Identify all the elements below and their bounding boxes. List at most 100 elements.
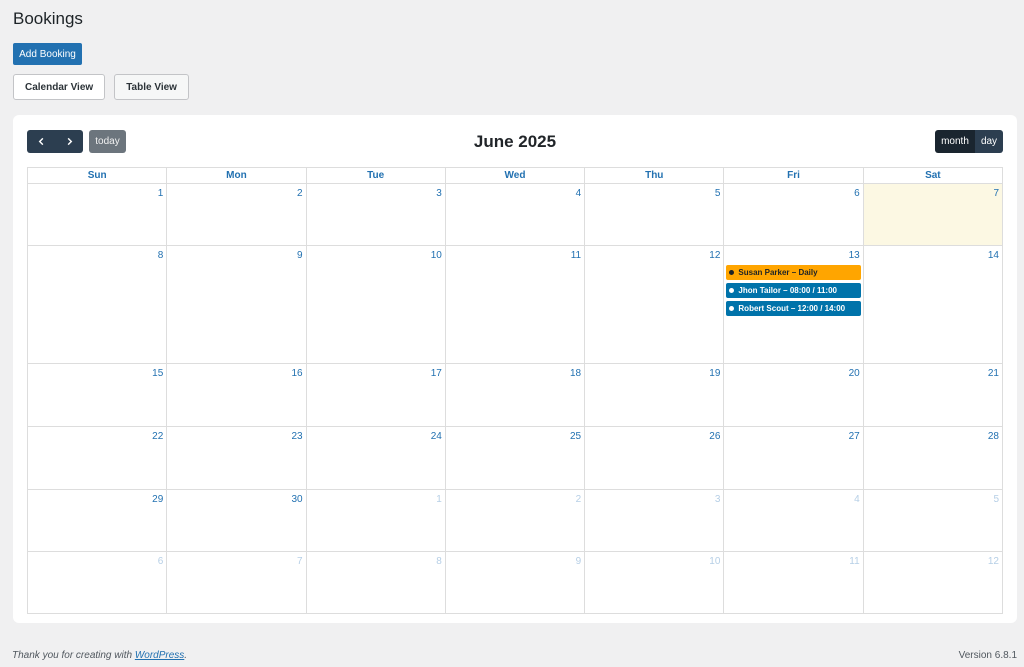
day-number[interactable]: 30 [167,490,305,506]
day-number[interactable]: 23 [167,427,305,443]
day-number[interactable]: 19 [585,364,723,380]
day-cell[interactable]: 22 [26,426,168,490]
day-cell[interactable]: 24 [305,426,446,490]
day-view-button[interactable]: day [975,130,1003,153]
day-number[interactable]: 10 [307,246,445,262]
day-number[interactable]: 6 [28,552,166,568]
day-cell[interactable]: 29 [26,489,168,552]
day-cell[interactable]: 23 [166,426,307,490]
event-dot-icon [729,270,735,275]
day-cell[interactable]: 12 [584,245,725,364]
day-number[interactable]: 7 [864,184,1002,200]
day-cell[interactable]: 9 [166,245,307,364]
day-cell[interactable]: 2 [444,489,586,552]
day-number[interactable]: 28 [864,427,1002,443]
day-cell[interactable]: 27 [723,426,864,490]
day-number[interactable]: 11 [446,246,584,262]
wordpress-link[interactable]: WordPress [135,650,184,661]
day-cell[interactable]: 26 [584,426,725,490]
day-number[interactable]: 12 [585,246,723,262]
day-cell[interactable]: 13 Susan Parker – Daily Jhon Tailor – 08:0… [723,245,864,364]
day-cell[interactable]: 12 [862,551,1004,614]
footer-thanks-suffix: . [184,650,188,661]
day-cell[interactable]: 17 [305,363,446,427]
day-cell[interactable]: 3 [305,183,446,246]
tab-table-view[interactable]: Table View [114,74,189,100]
day-cell[interactable]: 5 [862,489,1004,552]
day-number[interactable]: 6 [724,184,862,200]
day-cell[interactable]: 9 [444,551,586,614]
day-number[interactable]: 17 [307,364,445,380]
day-number[interactable]: 9 [167,246,305,262]
day-cell[interactable]: 1 [305,489,446,552]
add-booking-button[interactable]: Add Booking [13,43,82,65]
day-number[interactable]: 7 [167,552,305,568]
day-number[interactable]: 22 [28,427,166,443]
day-cell[interactable]: 7 [862,183,1004,246]
day-cell[interactable]: 8 [26,245,168,364]
day-cell[interactable]: 2 [166,183,307,246]
booking-event[interactable]: Susan Parker – Daily [726,265,861,280]
day-cell[interactable]: 15 [26,363,168,427]
day-cell[interactable]: 16 [166,363,307,427]
day-number[interactable]: 25 [446,427,584,443]
day-number[interactable]: 11 [724,552,862,568]
day-cell[interactable]: 20 [723,363,864,427]
tab-calendar-view[interactable]: Calendar View [13,74,106,100]
day-cell[interactable]: 1 [26,183,168,246]
day-cell[interactable]: 25 [444,426,586,490]
day-header: Wed [444,167,586,184]
day-cell[interactable]: 19 [584,363,725,427]
day-cell[interactable]: 5 [584,183,725,246]
day-number[interactable]: 4 [724,490,862,506]
day-cell[interactable]: 30 [166,489,307,552]
day-number[interactable]: 3 [307,184,445,200]
day-number[interactable]: 1 [28,184,166,200]
day-cell[interactable]: 11 [723,551,864,614]
day-number[interactable]: 8 [28,246,166,262]
day-cell[interactable]: 14 [862,245,1004,364]
day-number[interactable]: 18 [446,364,584,380]
day-cell[interactable]: 7 [166,551,307,614]
day-cell[interactable]: 3 [584,489,725,552]
day-number[interactable]: 24 [307,427,445,443]
day-cell[interactable]: 4 [723,489,864,552]
day-cell[interactable]: 4 [444,183,586,246]
day-cell[interactable]: 18 [444,363,586,427]
day-cell[interactable]: 11 [444,245,586,364]
day-number[interactable]: 21 [864,364,1002,380]
week-row: 1234567 [26,183,1004,246]
day-number[interactable]: 1 [307,490,445,506]
month-view-button[interactable]: month [935,130,975,153]
booking-event[interactable]: Robert Scout – 12:00 / 14:00 [726,301,861,316]
day-number[interactable]: 10 [585,552,723,568]
day-number[interactable]: 8 [307,552,445,568]
day-number[interactable]: 13 [724,246,862,262]
booking-event[interactable]: Jhon Tailor – 08:00 / 11:00 [726,283,861,298]
day-number[interactable]: 5 [864,490,1002,506]
day-cell[interactable]: 10 [584,551,725,614]
day-number[interactable]: 2 [167,184,305,200]
day-number[interactable]: 20 [724,364,862,380]
day-cell[interactable]: 6 [723,183,864,246]
day-number[interactable]: 27 [724,427,862,443]
day-number[interactable]: 14 [864,246,1002,262]
day-number[interactable]: 4 [446,184,584,200]
day-number[interactable]: 29 [28,490,166,506]
day-cell[interactable]: 6 [26,551,168,614]
day-number[interactable]: 9 [446,552,584,568]
day-number[interactable]: 12 [864,552,1002,568]
day-cell[interactable]: 21 [862,363,1004,427]
day-number[interactable]: 3 [585,490,723,506]
calendar-title: June 2025 [473,132,557,151]
day-number[interactable]: 5 [585,184,723,200]
day-cell[interactable]: 8 [305,551,446,614]
day-number[interactable]: 15 [28,364,166,380]
week-row: 8 9 10 11 12 13 Susan Parker – Daily Jhon Tailo… [26,245,1004,364]
day-number[interactable]: 16 [167,364,305,380]
event-label: Susan Parker – Daily [738,268,818,277]
day-number[interactable]: 26 [585,427,723,443]
day-number[interactable]: 2 [446,490,584,506]
day-cell[interactable]: 28 [862,426,1004,490]
day-cell[interactable]: 10 [305,245,446,364]
